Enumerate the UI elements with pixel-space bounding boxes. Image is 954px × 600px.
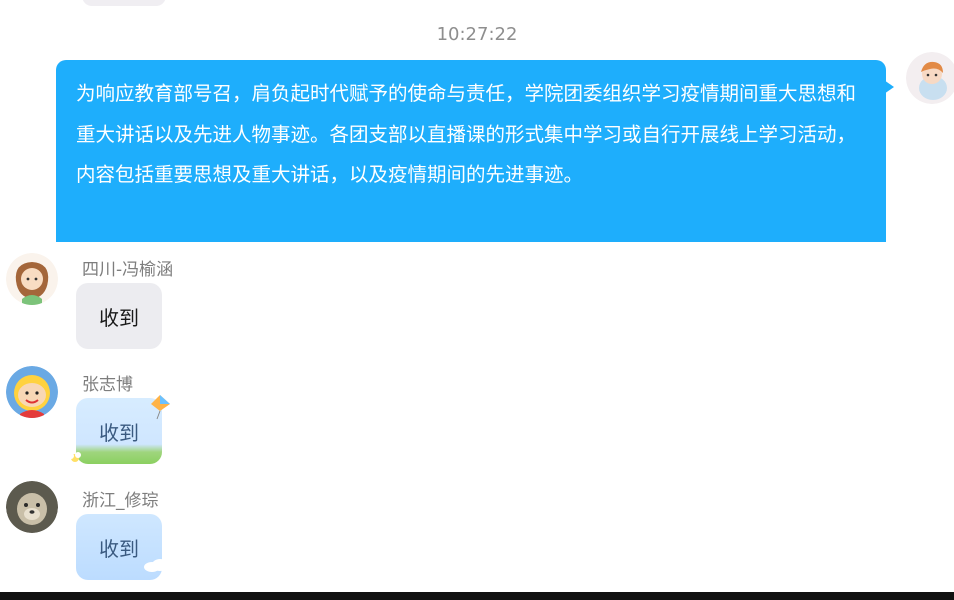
sender-name-2: 张志博	[82, 375, 133, 395]
self-message-bubble[interactable]: 为响应教育部号召，肩负起时代赋予的使命与责任，学院团委组织学习疫情期间重大思想和…	[56, 60, 894, 242]
sender-name-3: 浙江_修琮	[82, 491, 159, 511]
message-timestamp: 10:27:22	[436, 24, 518, 45]
chat-history[interactable]: 10:27:22 为响应教育部号召，肩负起时代赋予的使命与责任，学院团委组织学习…	[0, 0, 954, 592]
bubble-tail	[884, 80, 894, 94]
kite-sticker-icon	[151, 395, 170, 420]
message-text-2: 收到	[99, 420, 139, 445]
avatar-sender-1[interactable]	[6, 253, 58, 305]
self-avatar[interactable]	[906, 52, 954, 104]
previous-message-bubble[interactable]	[82, 0, 166, 6]
sender-name-1: 四川-冯榆涵	[82, 260, 174, 280]
avatar-sender-2[interactable]	[6, 366, 58, 418]
avatar-sender-3[interactable]	[6, 481, 58, 533]
cloud-sticker-icon	[144, 559, 171, 572]
flower-sticker-icon	[68, 452, 81, 462]
bottom-border	[0, 592, 954, 600]
self-message-text: 为响应教育部号召，肩负起时代赋予的使命与责任，学院团委组织学习疫情期间重大思想和…	[76, 82, 857, 186]
message-bubble-1[interactable]: 收到	[76, 283, 162, 349]
message-text-3: 收到	[99, 536, 139, 561]
message-text-1: 收到	[99, 305, 139, 330]
